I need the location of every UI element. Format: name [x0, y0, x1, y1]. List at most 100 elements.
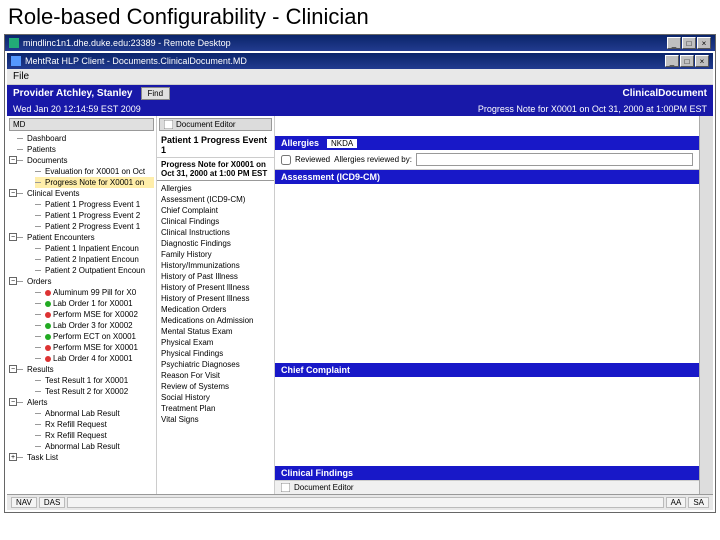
bottom-tab-label: Document Editor	[294, 483, 354, 492]
tree-o1[interactable]: Aluminum 99 Pill for X0	[35, 287, 154, 298]
tree-en3[interactable]: Patient 2 Outpatient Encoun	[35, 265, 154, 276]
inner-minimize-button[interactable]: _	[665, 55, 679, 67]
tree-en1[interactable]: Patient 1 Inpatient Encoun	[35, 243, 154, 254]
reviewed-by-input[interactable]	[416, 153, 693, 166]
inner-maximize-button[interactable]: □	[680, 55, 694, 67]
expander-icon[interactable]: −	[9, 189, 17, 197]
chief-complaint-band: Chief Complaint	[275, 363, 699, 377]
status-sa[interactable]: SA	[688, 497, 709, 508]
status-spacer	[67, 497, 663, 508]
tree-o4[interactable]: Lab Order 3 for X0002	[35, 320, 154, 331]
section-item[interactable]: Physical Findings	[159, 348, 272, 359]
app-window: MehtRat HLP Client - Documents.ClinicalD…	[7, 53, 713, 510]
section-item[interactable]: Family History	[159, 249, 272, 260]
section-item[interactable]: Social History	[159, 392, 272, 403]
chief-complaint-body[interactable]	[275, 377, 699, 466]
status-aa[interactable]: AA	[666, 497, 687, 508]
section-item[interactable]: History of Past Illness	[159, 271, 272, 282]
close-button[interactable]: ×	[697, 37, 711, 49]
section-item[interactable]: Medication Orders	[159, 304, 272, 315]
progress-note-heading: Progress Note for X0001 on Oct 31, 2000 …	[157, 158, 274, 181]
assessment-label: Assessment (ICD9-CM)	[281, 172, 380, 182]
section-item[interactable]: Physical Exam	[159, 337, 272, 348]
section-item[interactable]: Review of Systems	[159, 381, 272, 392]
outer-window-controls: _ □ ×	[667, 37, 711, 49]
section-item[interactable]: Mental Status Exam	[159, 326, 272, 337]
tree-patients[interactable]: Patients	[17, 144, 154, 155]
tree-ce2[interactable]: Patient 1 Progress Event 2	[35, 210, 154, 221]
document-editor-tab-bottom[interactable]: Document Editor	[275, 480, 699, 494]
tree-clinical-events[interactable]: −Clinical Events Patient 1 Progress Even…	[17, 188, 154, 232]
tree-ce1[interactable]: Patient 1 Progress Event 1	[35, 199, 154, 210]
doc-editor-label: Document Editor	[176, 120, 236, 129]
section-item[interactable]: Diagnostic Findings	[159, 238, 272, 249]
expander-icon[interactable]: +	[9, 453, 17, 461]
nkda-tag[interactable]: NKDA	[327, 139, 357, 148]
tree-o7[interactable]: Lab Order 4 for X0001	[35, 353, 154, 364]
section-item[interactable]: Treatment Plan	[159, 403, 272, 414]
tree-en2[interactable]: Patient 2 Inpatient Encoun	[35, 254, 154, 265]
provider-context: ClinicalDocument	[623, 88, 707, 99]
status-das[interactable]: DAS	[39, 497, 65, 508]
tree-results[interactable]: −Results Test Result 1 for X0001 Test Re…	[17, 364, 154, 397]
tree-a4[interactable]: Abnormal Lab Result	[35, 441, 154, 452]
section-item[interactable]: Medications on Admission	[159, 315, 272, 326]
status-dot-icon	[45, 323, 51, 329]
vertical-scrollbar[interactable]	[699, 116, 713, 494]
tree-orders[interactable]: −Orders Aluminum 99 Pill for X0 Lab Orde…	[17, 276, 154, 364]
expander-icon[interactable]: −	[9, 233, 17, 241]
tree-o6[interactable]: Perform MSE for X0001	[35, 342, 154, 353]
section-item[interactable]: Reason For Visit	[159, 370, 272, 381]
maximize-button[interactable]: □	[682, 37, 696, 49]
tree-tasklist[interactable]: +Task List	[17, 452, 154, 463]
tree-r2[interactable]: Test Result 2 for X0002	[35, 386, 154, 397]
tree-ce3[interactable]: Patient 2 Progress Event 1	[35, 221, 154, 232]
reviewed-by-label: Allergies reviewed by:	[334, 155, 412, 164]
inner-close-button[interactable]: ×	[695, 55, 709, 67]
tree-a1[interactable]: Abnormal Lab Result	[35, 408, 154, 419]
status-dot-icon	[45, 301, 51, 307]
allergies-review-row: Reviewed Allergies reviewed by:	[275, 150, 699, 170]
section-item[interactable]: History of Present Illness	[159, 282, 272, 293]
section-item[interactable]: Clinical Instructions	[159, 227, 272, 238]
tree-alerts[interactable]: −Alerts Abnormal Lab Result Rx Refill Re…	[17, 397, 154, 452]
tree-encounters[interactable]: −Patient Encounters Patient 1 Inpatient …	[17, 232, 154, 276]
find-button[interactable]: Find	[141, 87, 171, 100]
tree-a3[interactable]: Rx Refill Request	[35, 430, 154, 441]
tree-documents[interactable]: −Documents Evaluation for X0001 on Oct P…	[17, 155, 154, 188]
document-editor-tab-top[interactable]: Document Editor	[159, 118, 272, 131]
tree-o5[interactable]: Perform ECT on X0001	[35, 331, 154, 342]
section-item[interactable]: History/Immunizations	[159, 260, 272, 271]
expander-icon[interactable]: −	[9, 398, 17, 406]
tree-o3[interactable]: Perform MSE for X0002	[35, 309, 154, 320]
allergies-band: Allergies NKDA	[275, 136, 699, 150]
section-item[interactable]: Assessment (ICD9-CM)	[159, 194, 272, 205]
expander-icon[interactable]: −	[9, 365, 17, 373]
tree-a2[interactable]: Rx Refill Request	[35, 419, 154, 430]
tree-o2[interactable]: Lab Order 1 for X0001	[35, 298, 154, 309]
inner-window-title: MehtRat HLP Client - Documents.ClinicalD…	[25, 56, 247, 66]
section-item[interactable]: Vital Signs	[159, 414, 272, 425]
provider-label: Provider Atchley, Stanley	[13, 88, 133, 99]
section-item[interactable]: Psychiatric Diagnoses	[159, 359, 272, 370]
tree-doc-eval[interactable]: Evaluation for X0001 on Oct	[35, 166, 154, 177]
expander-icon[interactable]: −	[9, 156, 17, 164]
section-item[interactable]: Chief Complaint	[159, 205, 272, 216]
menu-file[interactable]: File	[13, 71, 29, 82]
workspace: MD Dashboard Patients −Documents Evaluat…	[7, 116, 713, 494]
datetime-label: Wed Jan 20 12:14:59 EST 2009	[13, 104, 141, 114]
section-list: AllergiesAssessment (ICD9-CM)Chief Compl…	[157, 181, 274, 494]
section-item[interactable]: Clinical Findings	[159, 216, 272, 227]
status-nav[interactable]: NAV	[11, 497, 37, 508]
section-item[interactable]: History of Present Illness	[159, 293, 272, 304]
section-item[interactable]: Allergies	[159, 183, 272, 194]
status-dot-icon	[45, 290, 51, 296]
expander-icon[interactable]: −	[9, 277, 17, 285]
minimize-button[interactable]: _	[667, 37, 681, 49]
status-dot-icon	[45, 345, 51, 351]
assessment-body[interactable]	[275, 184, 699, 363]
reviewed-checkbox[interactable]	[281, 155, 291, 165]
tree-r1[interactable]: Test Result 1 for X0001	[35, 375, 154, 386]
tree-dashboard[interactable]: Dashboard	[17, 133, 154, 144]
tree-doc-progress[interactable]: Progress Note for X0001 on	[35, 177, 154, 188]
